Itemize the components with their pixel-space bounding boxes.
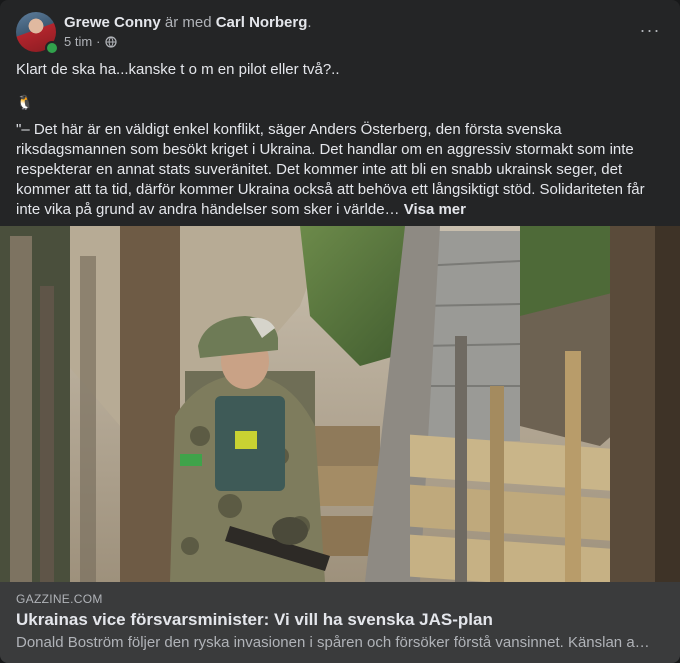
link-preview-image[interactable]: [0, 226, 680, 582]
post-meta: 5 tim ·: [64, 34, 117, 49]
penguin-emoji-icon: 🐧: [16, 94, 34, 110]
author-name-link[interactable]: Grewe Conny: [64, 14, 161, 31]
post-quote-paragraph: "– Det här är en väldigt enkel konflikt,…: [16, 120, 664, 220]
link-description: Donald Boström följer den ryska invasion…: [16, 634, 650, 651]
link-title[interactable]: Ukrainas vice försvarsminister: Vi vill …: [16, 610, 493, 630]
globe-icon: [104, 35, 117, 48]
post-author-line: Grewe Conny är med Carl Norberg.: [64, 14, 312, 32]
online-status-indicator: [45, 41, 59, 55]
soldier-in-trench-photo: [0, 226, 680, 582]
tagged-person-link[interactable]: Carl Norberg: [216, 14, 308, 31]
link-domain: GAZZINE.COM: [16, 592, 103, 606]
post-quote-text: "– Det här är en väldigt enkel konflikt,…: [16, 121, 645, 218]
feed-post: Grewe Conny är med Carl Norberg. 5 tim ·…: [0, 0, 680, 663]
post-text-line: Klart de ska ha...kanske t o m en pilot …: [16, 61, 340, 78]
with-text: är med: [164, 14, 212, 31]
period-text: .: [307, 14, 312, 31]
link-preview-meta[interactable]: GAZZINE.COM Ukrainas vice försvarsminist…: [0, 582, 680, 663]
post-body: Klart de ska ha...kanske t o m en pilot …: [16, 60, 664, 220]
meta-separator: ·: [96, 34, 101, 49]
post-options-button[interactable]: ···: [636, 16, 664, 44]
post-header: Grewe Conny är med Carl Norberg. 5 tim ·…: [16, 12, 664, 56]
post-timestamp[interactable]: 5 tim: [64, 34, 92, 49]
see-more-link[interactable]: Visa mer: [404, 201, 466, 218]
more-icon: ···: [639, 19, 661, 40]
